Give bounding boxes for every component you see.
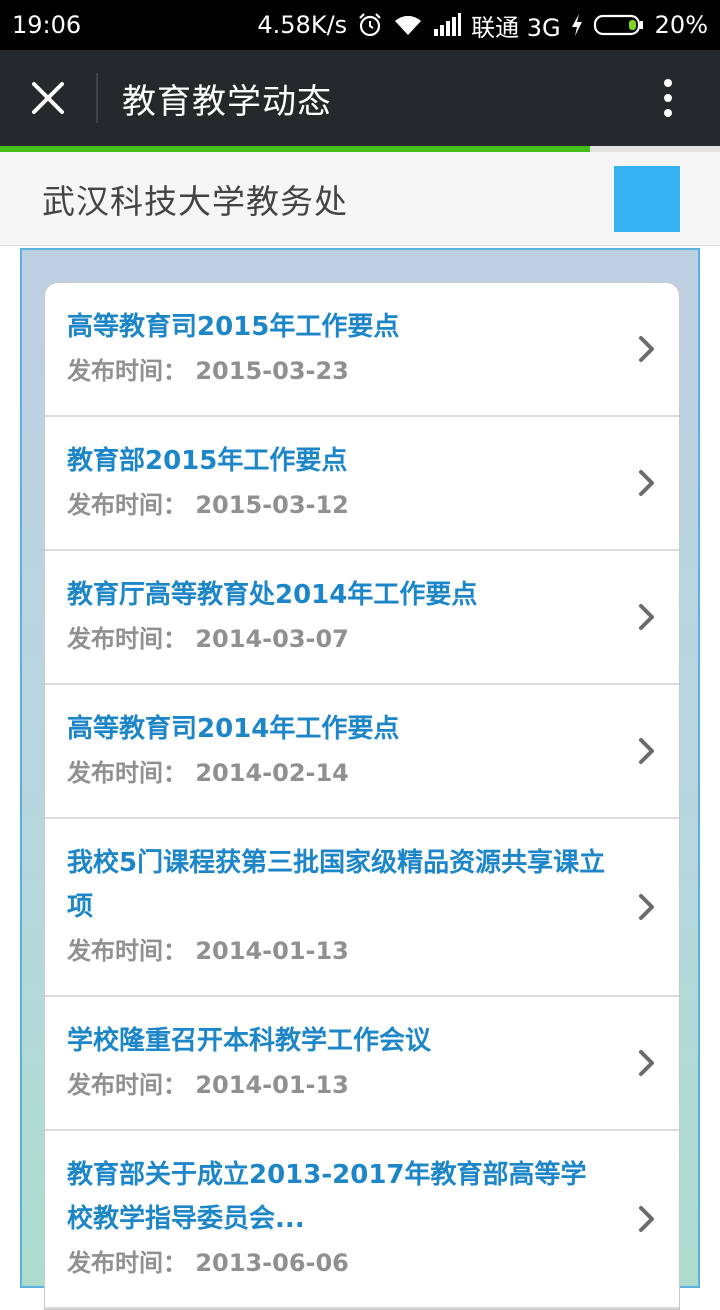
date-value: 2014-01-13 xyxy=(195,1071,349,1099)
chevron-right-icon xyxy=(635,333,659,365)
news-date: 发布时间： 2014-02-14 xyxy=(67,751,609,795)
news-title[interactable]: 高等教育司2015年工作要点 xyxy=(67,305,609,349)
list-item[interactable]: 教育厅高等教育处2014年工作要点 发布时间： 2014-03-07 xyxy=(45,551,679,685)
date-value: 2014-02-14 xyxy=(195,759,349,787)
list-item[interactable]: 高等教育司2015年工作要点 发布时间： 2015-03-23 xyxy=(45,283,679,417)
battery-icon xyxy=(593,13,645,37)
site-header: 武汉科技大学教务处 xyxy=(0,152,720,246)
status-time: 19:06 xyxy=(12,11,82,39)
news-title[interactable]: 教育部2015年工作要点 xyxy=(67,439,609,483)
list-item[interactable]: 教育部关于成立2013-2017年教育部高等学校教学指导委员会... 发布时间： … xyxy=(45,1131,679,1309)
battery-percent: 20% xyxy=(654,11,708,39)
appbar-divider xyxy=(96,73,98,123)
wifi-icon xyxy=(393,13,423,37)
chevron-right-icon xyxy=(635,735,659,767)
news-title[interactable]: 教育厅高等教育处2014年工作要点 xyxy=(67,573,609,617)
date-label: 发布时间： xyxy=(67,625,187,653)
list-item[interactable]: 我校5门课程获第三批国家级精品资源共享课立项 发布时间： 2014-01-13 xyxy=(45,819,679,997)
close-button[interactable] xyxy=(0,50,96,146)
carrier: 联通 3G xyxy=(471,13,561,42)
list-item[interactable]: 教育部2015年工作要点 发布时间： 2015-03-12 xyxy=(45,417,679,551)
chevron-right-icon xyxy=(635,891,659,923)
date-label: 发布时间： xyxy=(67,491,187,519)
date-value: 2014-01-13 xyxy=(195,937,349,965)
charging-icon xyxy=(571,13,583,37)
status-indicators: 4.58K/s 联通 3G 20% xyxy=(257,8,708,43)
news-date: 发布时间： 2014-01-13 xyxy=(67,929,609,973)
app-bar: 教育教学动态 xyxy=(0,50,720,146)
list-item[interactable]: 学校隆重召开本科教学工作会议 发布时间： 2014-01-13 xyxy=(45,997,679,1131)
net-speed: 4.58K/s xyxy=(257,11,348,39)
date-label: 发布时间： xyxy=(67,937,187,965)
chevron-right-icon xyxy=(635,467,659,499)
date-label: 发布时间： xyxy=(67,357,187,385)
date-value: 2014-03-07 xyxy=(195,625,349,653)
date-label: 发布时间： xyxy=(67,1071,187,1099)
list-item[interactable]: 高等教育司2014年工作要点 发布时间： 2014-02-14 xyxy=(45,685,679,819)
chevron-right-icon xyxy=(635,601,659,633)
signal-icon xyxy=(433,13,462,37)
alarm-icon xyxy=(357,12,383,38)
more-button[interactable] xyxy=(636,50,700,146)
news-date: 发布时间： 2013-06-06 xyxy=(67,1241,609,1285)
chevron-right-icon xyxy=(635,1203,659,1235)
news-title[interactable]: 学校隆重召开本科教学工作会议 xyxy=(67,1019,609,1063)
date-label: 发布时间： xyxy=(67,1249,187,1277)
chevron-right-icon xyxy=(635,1047,659,1079)
news-title[interactable]: 高等教育司2014年工作要点 xyxy=(67,707,609,751)
date-value: 2015-03-12 xyxy=(195,491,349,519)
close-icon xyxy=(32,82,64,114)
news-date: 发布时间： 2015-03-23 xyxy=(67,349,609,393)
date-value: 2013-06-06 xyxy=(195,1249,349,1277)
status-bar: 19:06 4.58K/s 联通 3G 20% xyxy=(0,0,720,50)
news-date: 发布时间： 2014-01-13 xyxy=(67,1063,609,1107)
news-title[interactable]: 我校5门课程获第三批国家级精品资源共享课立项 xyxy=(67,841,609,929)
news-title[interactable]: 教育部关于成立2013-2017年教育部高等学校教学指导委员会... xyxy=(67,1153,609,1241)
date-value: 2015-03-23 xyxy=(195,357,349,385)
news-date: 发布时间： 2015-03-12 xyxy=(67,483,609,527)
site-logo-square[interactable] xyxy=(614,165,680,232)
more-vertical-icon xyxy=(664,79,672,117)
date-label: 发布时间： xyxy=(67,759,187,787)
news-date: 发布时间： 2014-03-07 xyxy=(67,617,609,661)
page-title: 教育教学动态 xyxy=(122,81,332,122)
site-name: 武汉科技大学教务处 xyxy=(42,181,348,221)
content-frame: 高等教育司2015年工作要点 发布时间： 2015-03-23 教育部2015年工作… xyxy=(20,248,700,1310)
news-list: 高等教育司2015年工作要点 发布时间： 2015-03-23 教育部2015年工作… xyxy=(44,282,680,1310)
